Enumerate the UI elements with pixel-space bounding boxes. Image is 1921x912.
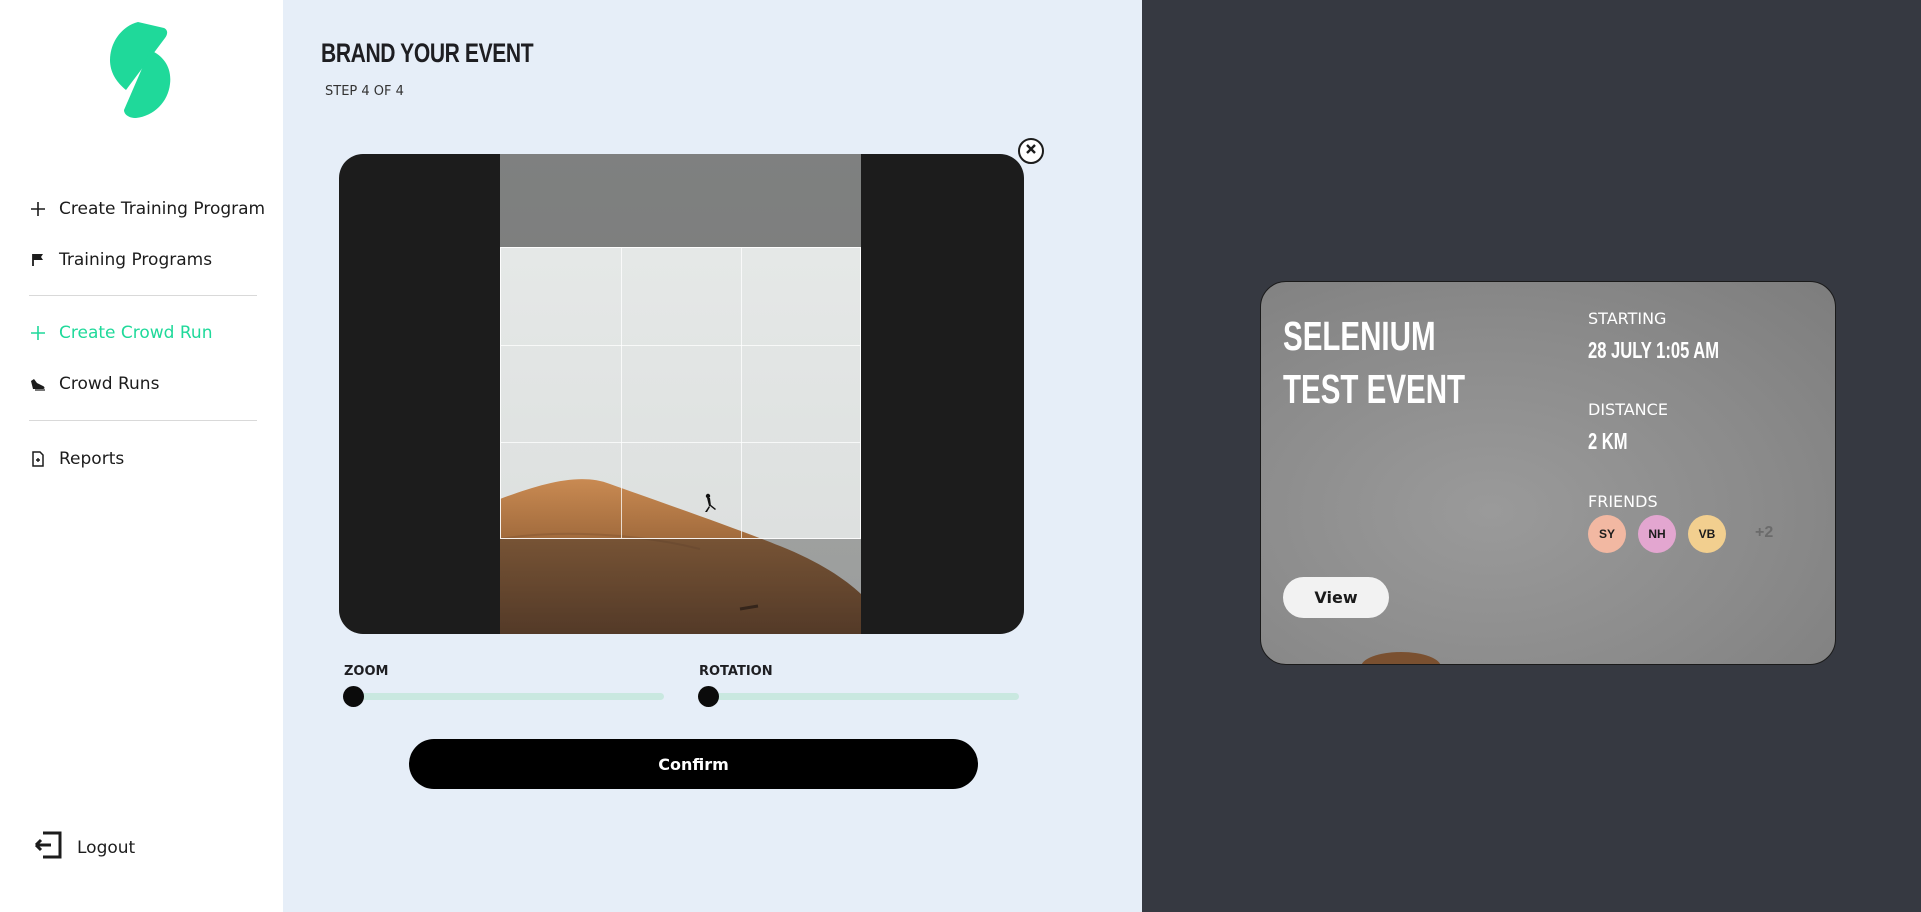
sidebar: Create Training Program Training Program… [0, 0, 283, 912]
crop-gridline [621, 248, 622, 538]
sidebar-item-training-programs[interactable]: Training Programs [28, 245, 212, 275]
starting-value: 28 JULY 1:05 AM [1588, 337, 1720, 363]
friend-avatar: VB [1688, 515, 1726, 553]
running-shoe-icon [28, 374, 48, 394]
starting-label: STARTING [1588, 309, 1667, 328]
sidebar-item-label: Create Training Program [59, 199, 266, 219]
sidebar-item-create-crowd-run[interactable]: Create Crowd Run [28, 318, 212, 348]
rotation-label: ROTATION [699, 664, 773, 679]
image-cropper[interactable] [339, 154, 1024, 634]
sidebar-item-label: Create Crowd Run [59, 323, 213, 343]
rotation-slider-thumb[interactable] [698, 686, 719, 707]
plus-icon [28, 199, 48, 219]
rotation-slider-track[interactable] [699, 693, 1019, 700]
flag-icon [28, 250, 48, 270]
event-title: SELENIUM TEST EVENT [1283, 313, 1466, 412]
sidebar-item-crowd-runs[interactable]: Crowd Runs [28, 369, 159, 399]
sidebar-item-label: Crowd Runs [59, 374, 160, 394]
crop-overlay-bottom [500, 539, 861, 634]
plus-icon [28, 323, 48, 343]
crop-gridline [501, 442, 860, 443]
distance-value: 2 KM [1588, 428, 1628, 454]
app-logo[interactable] [110, 22, 172, 118]
distance-label: DISTANCE [1588, 400, 1668, 419]
card-background-image [1361, 652, 1441, 664]
crop-overlay-top [500, 154, 861, 247]
friends-label: FRIENDS [1588, 492, 1658, 511]
crop-gridline [501, 345, 860, 346]
zoom-label: ZOOM [344, 664, 389, 679]
logout-label: Logout [77, 837, 136, 858]
main-panel: BRAND YOUR EVENT STEP 4 OF 4 ZOOM ROTATI… [283, 0, 1142, 912]
step-indicator: STEP 4 OF 4 [325, 84, 404, 99]
sidebar-item-label: Reports [59, 449, 125, 469]
close-cropper-button[interactable] [1018, 138, 1044, 164]
friend-avatar: SY [1588, 515, 1626, 553]
logout-button[interactable]: Logout [33, 830, 135, 865]
nav-divider [29, 295, 257, 296]
event-card: SELENIUM TEST EVENT STARTING 28 JULY 1:0… [1260, 281, 1836, 665]
logout-icon [33, 830, 63, 865]
confirm-button[interactable]: Confirm [409, 739, 978, 789]
page-title: BRAND YOUR EVENT [321, 38, 534, 68]
zoom-slider-track[interactable] [344, 693, 664, 700]
sidebar-item-create-training-program[interactable]: Create Training Program [28, 194, 265, 224]
sidebar-item-reports[interactable]: Reports [28, 444, 124, 474]
sidebar-item-label: Training Programs [59, 250, 213, 270]
event-preview-panel: SELENIUM TEST EVENT STARTING 28 JULY 1:0… [1142, 0, 1921, 912]
nav-divider [29, 420, 257, 421]
crop-gridline [741, 248, 742, 538]
more-friends-count: +2 [1755, 524, 1774, 541]
report-document-icon [28, 449, 48, 469]
close-icon [1025, 142, 1037, 160]
friend-avatar: NH [1638, 515, 1676, 553]
crop-area[interactable] [500, 247, 861, 539]
zoom-slider-thumb[interactable] [343, 686, 364, 707]
view-button[interactable]: View [1283, 577, 1389, 618]
